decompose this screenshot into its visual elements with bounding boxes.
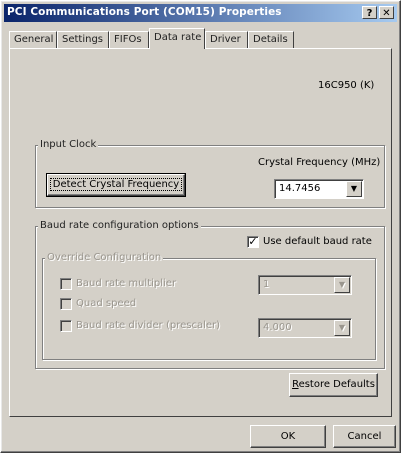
use-default-baud-checkbox[interactable]: ✓	[247, 236, 259, 248]
detect-crystal-button[interactable]: Detect Crystal Frequency	[46, 173, 186, 197]
crystal-frequency-value: 14.7456	[279, 183, 321, 194]
restore-defaults-label: Restore Defaults	[292, 379, 375, 390]
tab-details[interactable]: Details	[248, 31, 294, 48]
ok-button[interactable]: OK	[250, 425, 326, 448]
tab-driver[interactable]: Driver	[205, 31, 248, 48]
quad-speed-label: Quad speed	[76, 298, 137, 309]
close-button[interactable]: ✕	[379, 6, 394, 19]
baud-multiplier-label: Baud rate multiplier	[76, 278, 177, 289]
quad-speed-checkbox[interactable]	[60, 298, 72, 310]
baud-rate-legend: Baud rate configuration options	[38, 220, 201, 231]
baud-multiplier-select[interactable]: 1 ▼	[258, 275, 352, 295]
baud-divider-label: Baud rate divider (prescaler)	[76, 320, 221, 331]
tab-panel: 16C950 (K) Input Clock Crystal Frequency…	[9, 48, 392, 417]
crystal-frequency-select[interactable]: 14.7456 ▼	[274, 179, 364, 199]
chevron-down-icon[interactable]: ▼	[334, 277, 350, 293]
restore-defaults-button[interactable]: Restore Defaults	[289, 373, 378, 397]
baud-multiplier-checkbox[interactable]	[60, 278, 72, 290]
input-clock-legend: Input Clock	[38, 139, 99, 150]
override-group	[42, 258, 376, 360]
crystal-frequency-label: Crystal Frequency (MHz)	[258, 157, 381, 168]
use-default-baud-label[interactable]: Use default baud rate	[263, 236, 372, 247]
title-bar[interactable]: PCI Communications Port (COM15) Properti…	[4, 4, 397, 22]
baud-divider-value: 4.000	[263, 322, 292, 333]
tab-settings[interactable]: Settings	[57, 31, 109, 48]
properties-dialog: PCI Communications Port (COM15) Properti…	[0, 0, 401, 453]
cancel-button[interactable]: Cancel	[333, 425, 396, 448]
tab-fifos[interactable]: FIFOs	[109, 31, 149, 48]
chevron-down-icon[interactable]: ▼	[334, 320, 350, 336]
chevron-down-icon[interactable]: ▼	[346, 181, 362, 197]
help-button[interactable]: ?	[362, 6, 377, 19]
baud-divider-checkbox[interactable]	[60, 320, 72, 332]
baud-divider-select[interactable]: 4.000 ▼	[258, 318, 352, 338]
detect-crystal-button-label: Detect Crystal Frequency	[49, 178, 183, 191]
chip-label: 16C950 (K)	[318, 80, 375, 91]
window-title: PCI Communications Port (COM15) Properti…	[7, 6, 282, 18]
tab-data-rate[interactable]: Data rate	[149, 28, 205, 49]
tab-general[interactable]: General	[9, 31, 57, 48]
override-legend: Override Configuration	[45, 252, 164, 263]
baud-multiplier-value: 1	[263, 279, 270, 290]
